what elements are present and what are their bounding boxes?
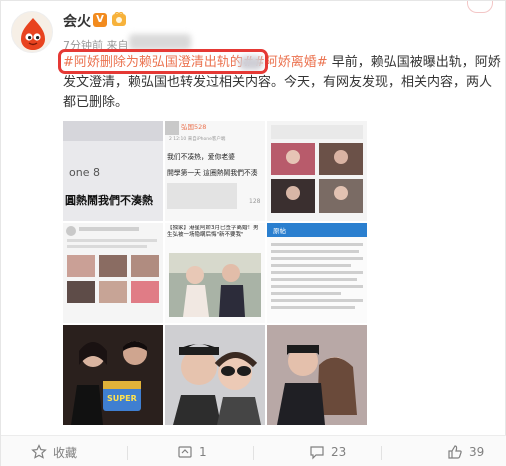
photo-5[interactable]: 【独家】港星阿娇3月已签字离婚！男生弘被一场隐瞒后悔"新不要我" [165, 223, 265, 323]
photo-1[interactable]: one 8 圓熱鬧我們不湊熱 [63, 121, 163, 221]
photo-grid: one 8 圓熱鬧我們不湊熱 弘国528 2 12:10 来自iPhone客户端… [63, 121, 367, 425]
photo-2-line2: 開學第一天 這圈熱鬧我們不湊 [167, 168, 258, 177]
photo-6-header: 原帖 [273, 226, 287, 235]
verified-icon: V [93, 13, 107, 27]
photo-5-title: 【独家】港星阿娇3月已签字离婚！男生弘被一场隐瞒后悔"新不要我" [167, 225, 259, 238]
photo-7-cake-text: SUPER [107, 394, 137, 403]
photo-3[interactable] [267, 121, 367, 221]
photo-2-line1: 我们不凑热，爱你老婆 [167, 152, 235, 161]
repost-button[interactable]: 1 [177, 436, 207, 466]
repost-icon [178, 446, 192, 458]
photo-2-header: 弘国528 [181, 123, 206, 131]
avatar[interactable] [11, 11, 53, 53]
photo-8[interactable] [165, 325, 265, 425]
level-badge-icon [112, 12, 126, 26]
photo-2-stats: 128 [249, 198, 261, 205]
user-name[interactable]: 会火 [63, 11, 91, 31]
photo-9[interactable] [267, 325, 367, 425]
highlight-box [58, 49, 268, 74]
photo-1-caption-a: one 8 [69, 166, 100, 179]
like-count: 39 [469, 445, 485, 459]
weibo-post-card: 会火 V 7分钟前 来自 #阿娇删除为赖弘国澄清出轨的##阿娇离婚# 早前，赖弘… [0, 0, 506, 466]
action-bar: 收藏 1 23 39 [1, 435, 506, 466]
thumbs-up-icon [448, 445, 462, 459]
photo-6[interactable]: 原帖 [267, 223, 367, 323]
photo-4[interactable] [63, 223, 163, 323]
more-menu-button[interactable] [467, 1, 493, 13]
comment-count: 23 [331, 445, 347, 459]
favorite-button[interactable]: 收藏 [31, 436, 77, 466]
divider [381, 446, 382, 460]
photo-1-caption-b: 圓熱鬧我們不湊熱 [65, 193, 153, 207]
blurred-source [129, 34, 191, 50]
star-icon [31, 444, 47, 459]
divider [253, 446, 254, 460]
favorite-label: 收藏 [53, 445, 78, 460]
comment-icon [310, 446, 324, 460]
photo-2-source: 2 12:10 来自iPhone客户端 [169, 135, 226, 142]
photo-7[interactable]: SUPER [63, 325, 163, 425]
repost-count: 1 [199, 445, 207, 459]
comment-button[interactable]: 23 [309, 436, 346, 466]
photo-2[interactable]: 弘国528 2 12:10 来自iPhone客户端 我们不凑热，爱你老婆 開學第… [165, 121, 265, 221]
like-button[interactable]: 39 [447, 436, 484, 466]
divider [127, 446, 128, 460]
fire-drop-icon [21, 18, 45, 50]
